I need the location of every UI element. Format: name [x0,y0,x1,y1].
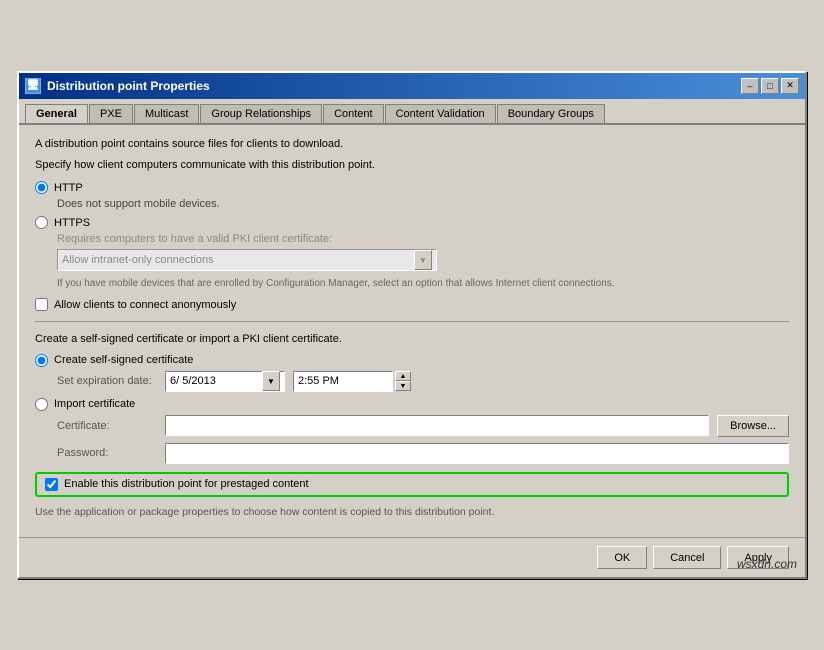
http-note: Does not support mobile devices. [57,198,789,210]
certificate-input[interactable] [165,415,709,436]
http-label: HTTP [54,182,83,194]
date-dropdown-icon[interactable]: ▼ [262,371,280,391]
time-spinner[interactable]: ▲ ▼ [395,371,411,391]
tab-boundary-groups[interactable]: Boundary Groups [497,104,605,124]
prestaged-label: Enable this distribution point for prest… [64,478,309,490]
intro-line2: Specify how client computers communicate… [35,158,789,173]
connection-combo-row: Allow intranet-only connections ▼ [57,249,789,271]
import-cert-radio[interactable] [35,398,48,411]
anon-checkbox-row: Allow clients to connect anonymously [35,298,789,311]
cert-section-label: Create a self-signed certificate or impo… [35,332,789,347]
cancel-button[interactable]: Cancel [653,546,721,569]
window-title: Distribution point Properties [47,79,210,93]
button-bar: OK Cancel Apply [19,537,805,577]
http-radio-row: HTTP [35,181,789,194]
tab-pxe[interactable]: PXE [89,104,133,124]
expiration-row: Set expiration date: 6/ 5/2013 ▼ 2:55 PM… [57,371,789,392]
title-controls: – □ ✕ [741,78,799,94]
http-radio[interactable] [35,181,48,194]
dialog-window: 🖥 Distribution point Properties – □ ✕ Ge… [17,71,807,580]
protocol-radio-group: HTTP Does not support mobile devices. HT… [35,181,789,290]
expiration-label: Set expiration date: [57,375,157,387]
tab-bar: General PXE Multicast Group Relationship… [19,99,805,125]
combo-arrow-icon[interactable]: ▼ [414,250,432,270]
certificate-row: Certificate: Browse... [57,415,789,437]
title-bar: 🖥 Distribution point Properties – □ ✕ [19,73,805,99]
browse-button[interactable]: Browse... [717,415,789,437]
prestaged-highlight-box: Enable this distribution point for prest… [35,472,789,497]
create-cert-radio-row: Create self-signed certificate [35,354,789,367]
password-row: Password: [57,443,789,464]
anon-label: Allow clients to connect anonymously [54,299,236,311]
content-area: A distribution point contains source fil… [19,125,805,538]
ok-button[interactable]: OK [597,546,647,569]
connection-combo[interactable]: Allow intranet-only connections ▼ [57,249,437,271]
combo-value: Allow intranet-only connections [62,254,214,266]
import-cert-radio-row: Import certificate [35,398,789,411]
spinner-down-icon[interactable]: ▼ [395,381,411,391]
create-cert-label: Create self-signed certificate [54,354,193,366]
close-button[interactable]: ✕ [781,78,799,94]
time-value: 2:55 PM [298,375,339,387]
tab-content[interactable]: Content [323,104,384,124]
window-icon: 🖥 [25,78,41,94]
prestaged-checkbox[interactable] [45,478,58,491]
https-note: Requires computers to have a valid PKI c… [57,233,789,245]
https-label: HTTPS [54,217,90,229]
anon-checkbox[interactable] [35,298,48,311]
title-bar-left: 🖥 Distribution point Properties [25,78,210,94]
minimize-button[interactable]: – [741,78,759,94]
spinner-up-icon[interactable]: ▲ [395,371,411,381]
certificate-label: Certificate: [57,420,157,432]
separator [35,321,789,322]
intro-line1: A distribution point contains source fil… [35,137,789,152]
tab-multicast[interactable]: Multicast [134,104,199,124]
maximize-button[interactable]: □ [761,78,779,94]
tab-group-relationships[interactable]: Group Relationships [200,104,322,124]
mobile-note: If you have mobile devices that are enro… [57,277,789,290]
create-cert-radio[interactable] [35,354,48,367]
https-radio-row: HTTPS [35,216,789,229]
prestaged-note: Use the application or package propertie… [35,505,789,520]
time-input[interactable]: 2:55 PM [293,371,393,392]
date-value: 6/ 5/2013 [170,375,216,387]
password-input[interactable] [165,443,789,464]
tab-general[interactable]: General [25,104,88,124]
tab-content-validation[interactable]: Content Validation [385,104,496,124]
https-radio[interactable] [35,216,48,229]
import-cert-label: Import certificate [54,398,135,410]
password-label: Password: [57,447,157,459]
date-input[interactable]: 6/ 5/2013 ▼ [165,371,285,392]
watermark: wsxdn.com [737,557,797,571]
